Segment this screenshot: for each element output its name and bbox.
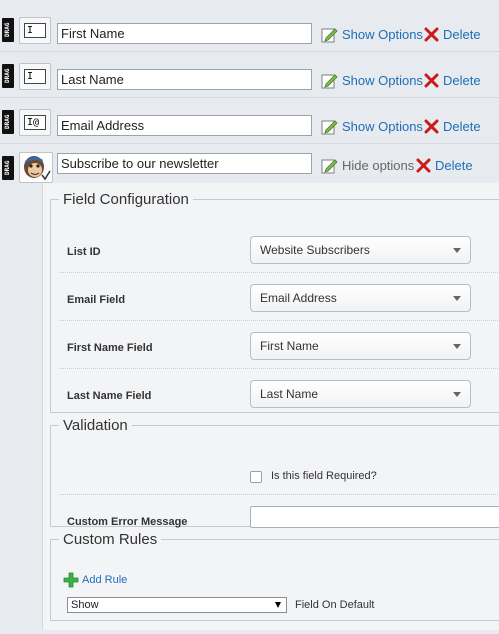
delete-link[interactable]: Delete (424, 25, 481, 43)
last-name-field-label: Last Name Field (67, 390, 152, 402)
field-configuration-legend: Field Configuration (63, 191, 189, 208)
show-options-link[interactable]: Show Options (321, 25, 423, 43)
add-plus-icon (63, 572, 79, 588)
validation-fieldset: Validation Is this field Required? Custo… (50, 417, 499, 528)
dropdown-caret-icon (453, 344, 461, 349)
required-checkbox[interactable] (250, 471, 262, 483)
delete-x-icon (416, 158, 431, 172)
delete-link[interactable]: Delete (424, 117, 481, 135)
field-configuration-fieldset: Field Configuration List ID Website Subs… (50, 191, 499, 413)
show-options-link[interactable]: Show Options (321, 71, 423, 89)
hide-options-link[interactable]: Hide options (321, 156, 414, 174)
chimp-face-icon (24, 156, 51, 181)
first-name-field-label: First Name Field (67, 342, 153, 354)
edit-pencil-icon (321, 158, 338, 173)
show-options-link[interactable]: Show Options (321, 117, 423, 135)
text-field-icon: I (19, 63, 51, 90)
dropdown-caret-icon (453, 248, 461, 253)
dropdown-caret-icon (453, 296, 461, 301)
list-id-label: List ID (67, 246, 101, 258)
custom-rules-fieldset: Custom Rules Add Rule Show Field On Defa… (50, 531, 499, 621)
email-field-icon: I@ (19, 109, 51, 136)
edit-pencil-icon (321, 119, 338, 134)
field-options-panel: Field Configuration List ID Website Subs… (42, 183, 499, 630)
custom-error-message-label: Custom Error Message (67, 516, 188, 528)
add-rule-link[interactable]: Add Rule (63, 572, 127, 588)
required-label: Is this field Required? (271, 470, 377, 482)
field-label-input[interactable]: First Name (57, 23, 312, 44)
validation-legend: Validation (63, 417, 128, 434)
show-hide-select[interactable]: Show (67, 597, 287, 613)
drag-handle[interactable]: DRAG (2, 110, 14, 134)
email-field-label: Email Field (67, 294, 126, 306)
delete-x-icon (424, 73, 439, 87)
custom-error-message-input[interactable] (250, 506, 499, 528)
drag-handle[interactable]: DRAG (2, 18, 14, 42)
field-row-first-name: DRAG I First Name Show Options Delete (0, 6, 499, 52)
field-row-last-name: DRAG I Last Name Show Options Delete (0, 52, 499, 98)
divider (59, 272, 499, 273)
field-label-input[interactable]: Email Address (57, 115, 312, 136)
custom-rules-legend: Custom Rules (63, 531, 158, 548)
delete-x-icon (424, 27, 439, 41)
divider (59, 494, 499, 495)
delete-link[interactable]: Delete (424, 71, 481, 89)
drag-handle[interactable]: DRAG (2, 156, 14, 180)
delete-link[interactable]: Delete (416, 156, 473, 174)
email-field-select[interactable]: Email Address (250, 284, 471, 312)
first-name-field-select[interactable]: First Name (250, 332, 471, 360)
drag-handle[interactable]: DRAG (2, 64, 14, 88)
dropdown-caret-icon (275, 602, 281, 608)
delete-x-icon (424, 119, 439, 133)
text-field-icon: I (19, 17, 51, 44)
list-id-select[interactable]: Website Subscribers (250, 236, 471, 264)
divider (59, 368, 499, 369)
field-label-input[interactable]: Last Name (57, 69, 312, 90)
field-on-default-label: Field On Default (295, 599, 375, 611)
last-name-field-select[interactable]: Last Name (250, 380, 471, 408)
field-row-email: DRAG I@ Email Address Show Options Delet… (0, 98, 499, 144)
edit-pencil-icon (321, 73, 338, 88)
divider (59, 320, 499, 321)
edit-pencil-icon (321, 27, 338, 42)
dropdown-caret-icon (453, 392, 461, 397)
mailchimp-icon (19, 152, 53, 183)
field-label-input[interactable]: Subscribe to our newsletter (57, 153, 312, 174)
